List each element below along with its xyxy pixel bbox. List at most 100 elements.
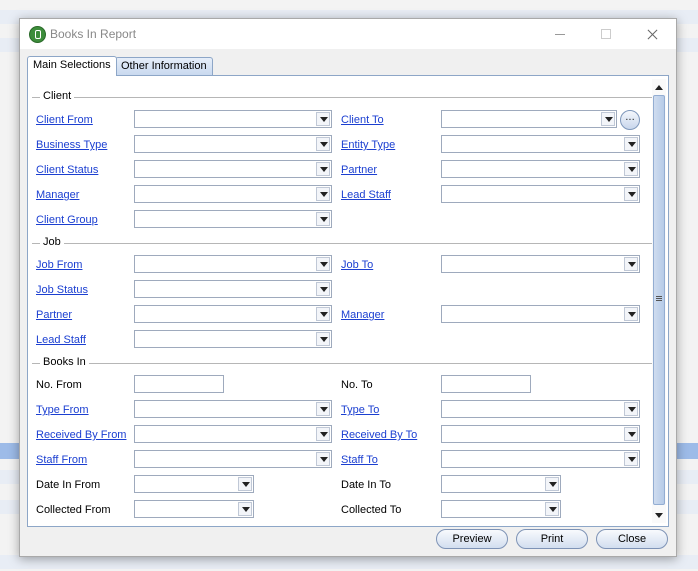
chevron-down-icon[interactable]: [316, 282, 330, 296]
business-type-label[interactable]: Business Type: [36, 139, 107, 151]
client-group-label: Client: [40, 90, 75, 102]
collected-to-label: Collected To: [341, 504, 402, 516]
staff-from-select[interactable]: [134, 450, 332, 468]
vertical-scrollbar[interactable]: [652, 79, 666, 523]
tab-other-information[interactable]: Other Information: [115, 57, 213, 75]
chevron-down-icon[interactable]: [316, 212, 330, 226]
chevron-down-icon[interactable]: [238, 477, 252, 491]
type-from-label[interactable]: Type From: [36, 404, 89, 416]
staff-to-select[interactable]: [441, 450, 640, 468]
chevron-down-icon[interactable]: [316, 452, 330, 466]
received-by-to-select[interactable]: [441, 425, 640, 443]
client-from-label[interactable]: Client From: [36, 114, 93, 126]
scroll-up-arrow-icon[interactable]: [654, 82, 664, 92]
job-to-label[interactable]: Job To: [341, 259, 373, 271]
chevron-down-icon[interactable]: [316, 112, 330, 126]
received-by-to-label[interactable]: Received By To: [341, 429, 417, 441]
manager-select[interactable]: [134, 185, 332, 203]
scroll-down-arrow-icon[interactable]: [654, 511, 664, 521]
entity-type-label[interactable]: Entity Type: [341, 139, 395, 151]
chevron-down-icon[interactable]: [238, 502, 252, 516]
chevron-down-icon[interactable]: [624, 452, 638, 466]
job-from-select[interactable]: [134, 255, 332, 273]
close-window-button[interactable]: [629, 19, 675, 49]
received-by-from-select[interactable]: [134, 425, 332, 443]
no-to-label: No. To: [341, 379, 373, 391]
job-status-label[interactable]: Job Status: [36, 284, 88, 296]
chevron-down-icon[interactable]: [316, 187, 330, 201]
job-group-divider: [32, 243, 652, 244]
no-from-input[interactable]: [134, 375, 224, 393]
job-to-select[interactable]: [441, 255, 640, 273]
close-button[interactable]: Close: [596, 529, 668, 549]
chevron-down-icon[interactable]: [624, 427, 638, 441]
chevron-down-icon[interactable]: [624, 187, 638, 201]
job-manager-select[interactable]: [441, 305, 640, 323]
chevron-down-icon[interactable]: [316, 137, 330, 151]
job-status-select[interactable]: [134, 280, 332, 298]
no-to-input[interactable]: [441, 375, 531, 393]
minimize-button[interactable]: [537, 19, 583, 49]
collected-from-picker[interactable]: [134, 500, 254, 518]
type-to-label[interactable]: Type To: [341, 404, 379, 416]
scrollbar-thumb[interactable]: [653, 95, 665, 505]
type-to-select[interactable]: [441, 400, 640, 418]
client-group-field-label[interactable]: Client Group: [36, 214, 98, 226]
chevron-down-icon[interactable]: [316, 162, 330, 176]
partner-label[interactable]: Partner: [341, 164, 377, 176]
chevron-down-icon[interactable]: [624, 307, 638, 321]
partner-select[interactable]: [441, 160, 640, 178]
lead-staff-label[interactable]: Lead Staff: [341, 189, 391, 201]
background-row: [0, 555, 698, 569]
chevron-down-icon[interactable]: [601, 112, 615, 126]
tab-main-selections[interactable]: Main Selections: [27, 56, 117, 76]
chevron-down-icon[interactable]: [624, 402, 638, 416]
preview-button[interactable]: Preview: [436, 529, 508, 549]
entity-type-select[interactable]: [441, 135, 640, 153]
job-partner-select[interactable]: [134, 305, 332, 323]
main-selections-panel: Client Client From Client To ... Busines…: [27, 75, 669, 527]
client-group-divider: [32, 97, 652, 98]
lead-staff-select[interactable]: [441, 185, 640, 203]
chevron-down-icon[interactable]: [316, 257, 330, 271]
books-in-group-divider: [32, 363, 652, 364]
client-status-label[interactable]: Client Status: [36, 164, 98, 176]
date-in-to-picker[interactable]: [441, 475, 561, 493]
books-in-report-dialog: Books In Report Main Selections Other In…: [19, 18, 677, 557]
print-button[interactable]: Print: [516, 529, 588, 549]
chevron-down-icon[interactable]: [545, 477, 559, 491]
client-to-label[interactable]: Client To: [341, 114, 384, 126]
client-group-select[interactable]: [134, 210, 332, 228]
staff-from-label[interactable]: Staff From: [36, 454, 87, 466]
chevron-down-icon[interactable]: [624, 137, 638, 151]
business-type-select[interactable]: [134, 135, 332, 153]
client-to-select[interactable]: [441, 110, 617, 128]
client-status-select[interactable]: [134, 160, 332, 178]
collected-from-label: Collected From: [36, 504, 111, 516]
chevron-down-icon[interactable]: [624, 162, 638, 176]
job-lead-staff-label[interactable]: Lead Staff: [36, 334, 86, 346]
title-bar[interactable]: Books In Report: [20, 19, 676, 49]
client-from-select[interactable]: [134, 110, 332, 128]
job-manager-label[interactable]: Manager: [341, 309, 384, 321]
chevron-down-icon[interactable]: [545, 502, 559, 516]
received-by-from-label[interactable]: Received By From: [36, 429, 126, 441]
collected-to-picker[interactable]: [441, 500, 561, 518]
chevron-down-icon[interactable]: [316, 332, 330, 346]
date-in-from-label: Date In From: [36, 479, 101, 491]
client-lookup-button[interactable]: ...: [620, 110, 640, 130]
job-lead-staff-select[interactable]: [134, 330, 332, 348]
staff-to-label[interactable]: Staff To: [341, 454, 378, 466]
maximize-button: [583, 19, 629, 49]
type-from-select[interactable]: [134, 400, 332, 418]
chevron-down-icon[interactable]: [624, 257, 638, 271]
app-icon: [29, 26, 46, 43]
job-from-label[interactable]: Job From: [36, 259, 82, 271]
window-title: Books In Report: [50, 27, 137, 41]
chevron-down-icon[interactable]: [316, 402, 330, 416]
manager-label[interactable]: Manager: [36, 189, 79, 201]
chevron-down-icon[interactable]: [316, 427, 330, 441]
chevron-down-icon[interactable]: [316, 307, 330, 321]
job-partner-label[interactable]: Partner: [36, 309, 72, 321]
date-in-from-picker[interactable]: [134, 475, 254, 493]
